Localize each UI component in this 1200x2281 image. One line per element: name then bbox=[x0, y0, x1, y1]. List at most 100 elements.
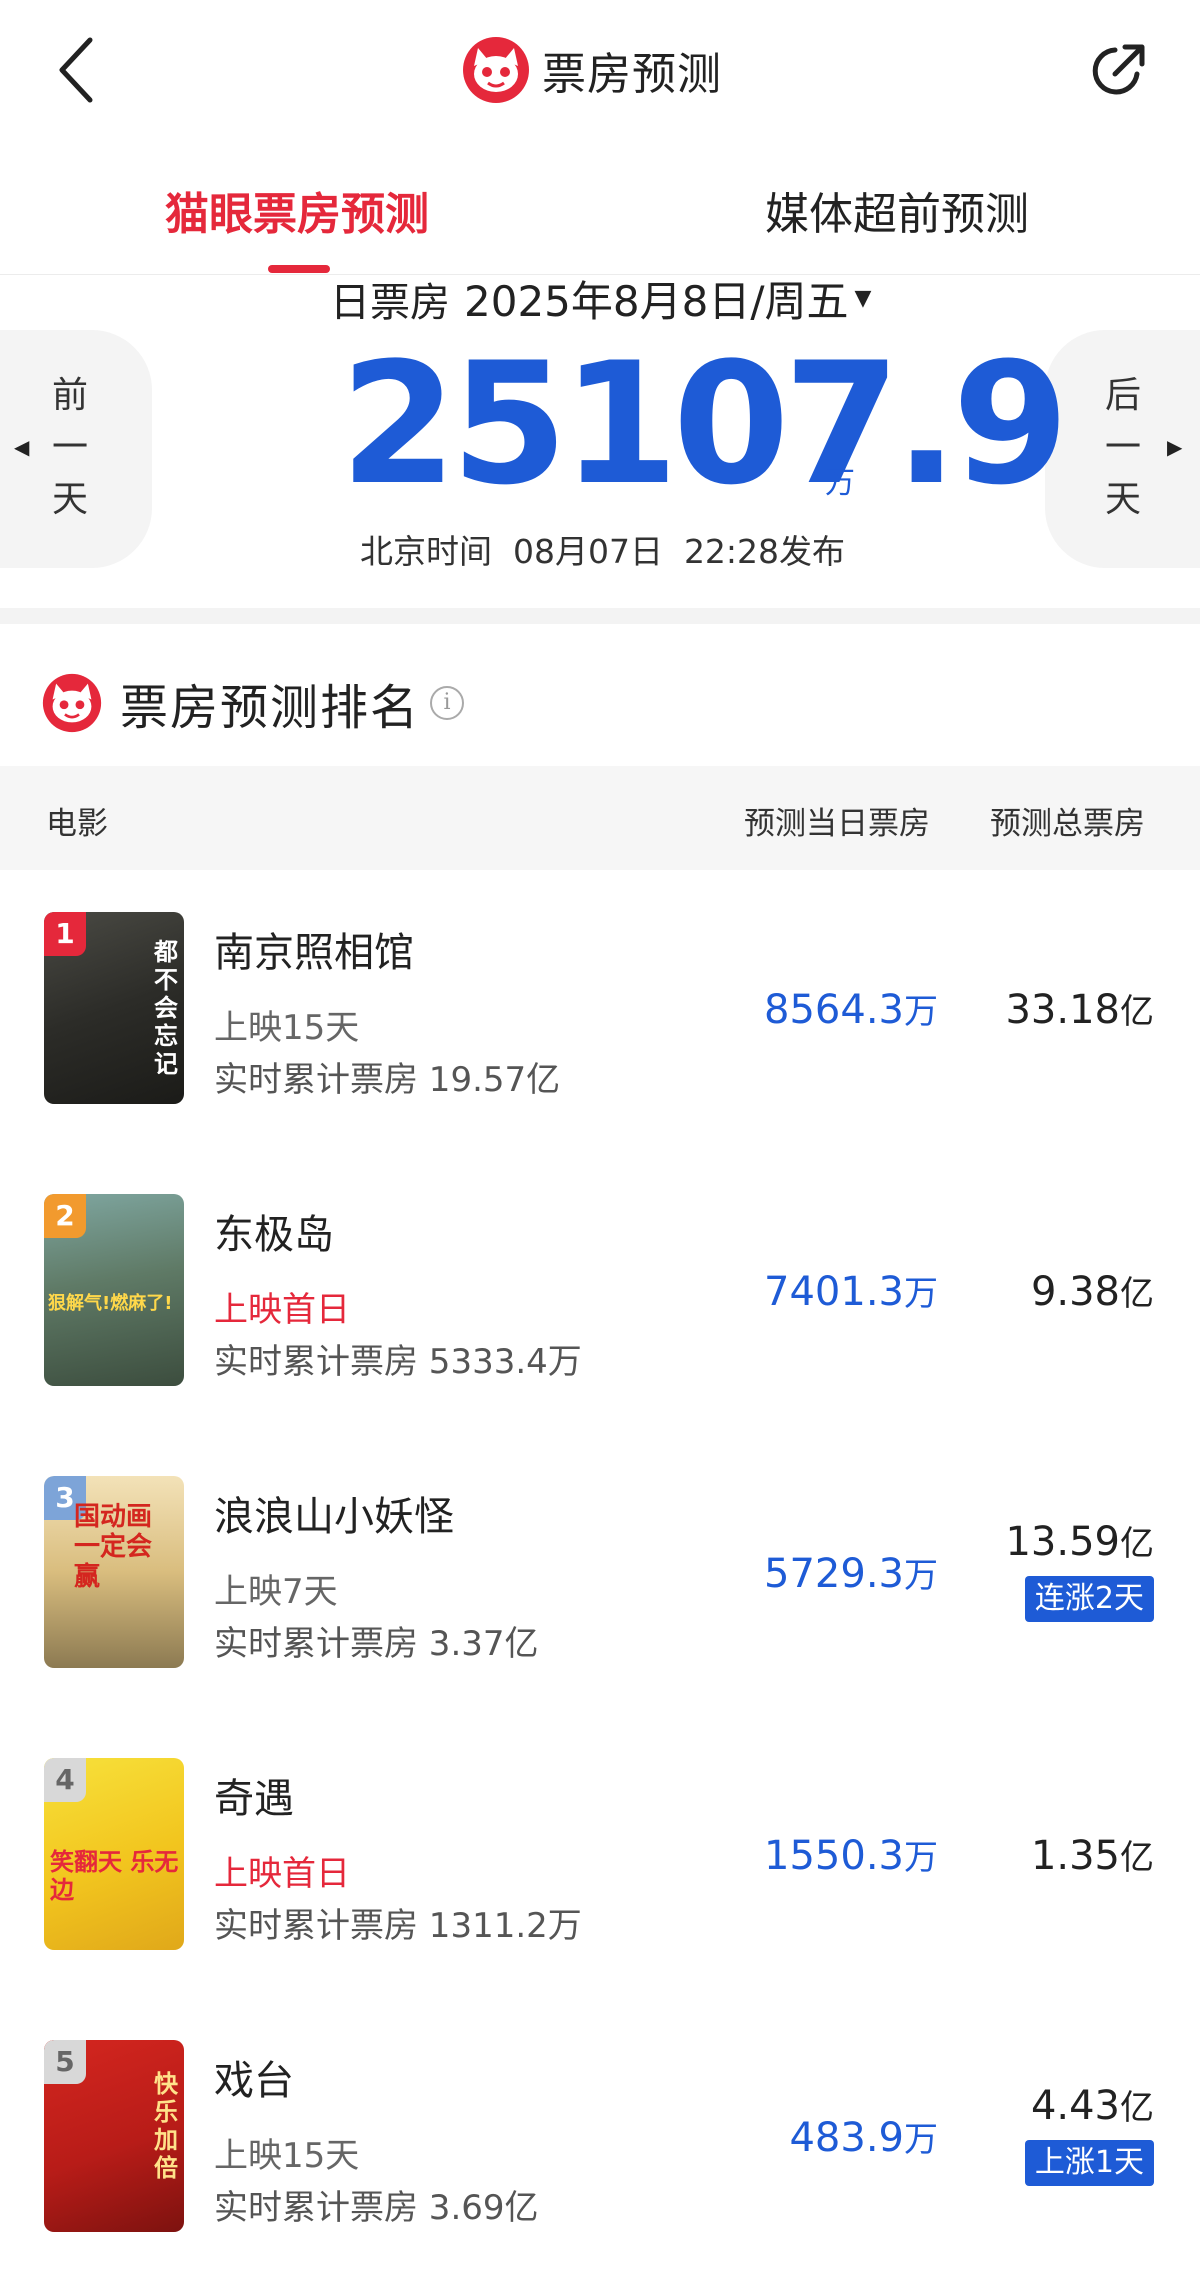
total-forecast-value: 9.38 bbox=[1030, 1269, 1120, 1315]
release-days: 上映首日 bbox=[214, 1854, 350, 1894]
forecast-total-unit: 万 bbox=[825, 466, 855, 501]
movie-name: 浪浪山小妖怪 bbox=[214, 1494, 454, 1540]
release-days: 上映7天 bbox=[214, 1572, 338, 1612]
day-forecast-unit: 万 bbox=[904, 1274, 938, 1314]
movie-poster[interactable]: 5 快乐加倍 bbox=[44, 2040, 184, 2232]
share-button[interactable] bbox=[1085, 38, 1151, 104]
total-forecast: 13.59亿 bbox=[1005, 1516, 1154, 1565]
info-icon[interactable]: i bbox=[430, 686, 465, 720]
table-row[interactable]: 5 快乐加倍 戏台 上映15天 实时累计票房 3.69亿 483.9万 4.43… bbox=[0, 2040, 1200, 2281]
day-forecast-unit: 万 bbox=[904, 1556, 938, 1596]
day-forecast-unit: 万 bbox=[904, 2120, 938, 2160]
tab-bar: 猫眼票房预测 媒体超前预测 bbox=[0, 160, 1200, 275]
column-day-box: 预测当日票房 bbox=[744, 806, 930, 842]
cumulative-box: 实时累计票房 19.57亿 bbox=[214, 1060, 561, 1100]
active-tab-indicator bbox=[268, 265, 330, 273]
total-forecast-value: 33.18 bbox=[1005, 987, 1120, 1033]
triangle-right-icon: ▶ bbox=[1167, 435, 1183, 459]
maoyan-cat-logo-icon bbox=[42, 673, 102, 733]
movie-poster[interactable]: 1 都不会忘记 bbox=[44, 912, 184, 1104]
total-forecast: 33.18亿 bbox=[1005, 984, 1154, 1033]
movie-name: 奇遇 bbox=[214, 1776, 294, 1822]
cumulative-box: 实时累计票房 3.69亿 bbox=[214, 2188, 539, 2228]
total-forecast-unit: 亿 bbox=[1120, 2088, 1154, 2128]
movie-poster[interactable]: 4 笑翻天 乐无边 bbox=[44, 1758, 184, 1950]
tab-maoyan-forecast[interactable]: 猫眼票房预测 bbox=[165, 178, 429, 242]
day-forecast: 7401.3万 bbox=[764, 1266, 938, 1315]
date-label: 日票房 bbox=[330, 279, 450, 326]
total-forecast-unit: 亿 bbox=[1120, 992, 1154, 1032]
share-icon bbox=[1092, 44, 1145, 95]
total-forecast-unit: 亿 bbox=[1120, 1274, 1154, 1314]
cumulative-box: 实时累计票房 5333.4万 bbox=[214, 1342, 582, 1382]
total-forecast: 4.43亿 bbox=[1031, 2080, 1154, 2129]
next-day-button[interactable]: 后一天 ▶ bbox=[1045, 330, 1200, 568]
chevron-left-icon bbox=[59, 37, 93, 103]
header-title-group: 票房预测 bbox=[462, 35, 722, 105]
total-forecast-value: 4.43 bbox=[1030, 2083, 1120, 2129]
movie-poster[interactable]: 2 狠解气!燃麻了! bbox=[44, 1194, 184, 1386]
poster-text: 狠解气!燃麻了! bbox=[48, 1293, 173, 1314]
poster-text: 国动画一定会赢 bbox=[74, 1502, 153, 1592]
trend-badge: 连涨2天 bbox=[1024, 1576, 1154, 1622]
day-forecast-value: 7401.3 bbox=[764, 1269, 904, 1315]
prev-day-label: 前一天 bbox=[51, 375, 88, 520]
total-forecast-unit: 亿 bbox=[1120, 1838, 1154, 1878]
day-forecast-unit: 万 bbox=[904, 992, 938, 1032]
release-days: 上映首日 bbox=[214, 1290, 350, 1330]
movie-poster[interactable]: 3 国动画一定会赢 bbox=[44, 1476, 184, 1668]
day-forecast-value: 8564.3 bbox=[764, 987, 904, 1033]
tab-media-forecast[interactable]: 媒体超前预测 bbox=[765, 178, 1029, 242]
rank-badge: 2 bbox=[44, 1194, 86, 1238]
day-forecast: 8564.3万 bbox=[764, 984, 938, 1033]
movie-name: 南京照相馆 bbox=[214, 930, 414, 976]
ranking-header: 票房预测排名 i bbox=[42, 668, 465, 738]
total-forecast-value: 1.35 bbox=[1030, 1833, 1120, 1879]
publish-time: 北京时间 08月07日 22:28发布 bbox=[360, 532, 846, 571]
rank-badge: 1 bbox=[44, 912, 86, 956]
top-bar: 票房预测 bbox=[0, 0, 1200, 140]
poster-text: 快乐加倍 bbox=[154, 2070, 178, 2182]
table-row[interactable]: 3 国动画一定会赢 浪浪山小妖怪 上映7天 实时累计票房 3.37亿 5729.… bbox=[0, 1476, 1200, 1758]
table-row[interactable]: 1 都不会忘记 南京照相馆 上映15天 实时累计票房 19.57亿 8564.3… bbox=[0, 912, 1200, 1194]
total-forecast-value: 13.59 bbox=[1005, 1519, 1120, 1565]
total-forecast-unit: 亿 bbox=[1120, 1524, 1154, 1564]
rank-badge: 4 bbox=[44, 1758, 86, 1802]
page-title: 票房预测 bbox=[542, 49, 722, 100]
movie-name: 东极岛 bbox=[214, 1212, 334, 1258]
day-forecast-unit: 万 bbox=[904, 1838, 938, 1878]
column-total-box: 预测总票房 bbox=[990, 806, 1145, 842]
ranking-title: 票房预测排名 bbox=[120, 680, 421, 736]
release-days: 上映15天 bbox=[214, 1008, 360, 1048]
date-value: 2025年8月8日/周五 bbox=[464, 277, 849, 326]
day-forecast-value: 5729.3 bbox=[764, 1551, 904, 1597]
prev-day-button[interactable]: ◀ 前一天 bbox=[0, 330, 152, 568]
day-forecast-value: 483.9 bbox=[789, 2115, 904, 2161]
date-selector[interactable]: 日票房 2025年8月8日/周五 ▼ bbox=[330, 268, 871, 329]
column-movie: 电影 bbox=[46, 806, 108, 842]
poster-text: 都不会忘记 bbox=[154, 938, 178, 1078]
release-days: 上映15天 bbox=[214, 2136, 360, 2176]
table-row[interactable]: 2 狠解气!燃麻了! 东极岛 上映首日 实时累计票房 5333.4万 7401.… bbox=[0, 1194, 1200, 1476]
table-column-header: 电影 预测当日票房 预测总票房 bbox=[0, 766, 1200, 870]
forecast-total-value: 25107.9 bbox=[340, 326, 1069, 522]
back-button[interactable] bbox=[48, 30, 108, 110]
poster-text: 笑翻天 乐无边 bbox=[50, 1848, 179, 1904]
caret-down-icon: ▼ bbox=[854, 286, 872, 311]
section-divider bbox=[0, 608, 1200, 624]
trend-badge: 上涨1天 bbox=[1024, 2140, 1154, 2186]
maoyan-cat-logo-icon bbox=[463, 37, 529, 103]
next-day-label: 后一天 bbox=[1104, 375, 1141, 520]
movie-name: 戏台 bbox=[214, 2058, 294, 2104]
rank-badge: 5 bbox=[44, 2040, 86, 2084]
day-forecast-value: 1550.3 bbox=[764, 1833, 904, 1879]
total-forecast: 1.35亿 bbox=[1031, 1830, 1154, 1879]
cumulative-box: 实时累计票房 1311.2万 bbox=[214, 1906, 582, 1946]
table-row[interactable]: 4 笑翻天 乐无边 奇遇 上映首日 实时累计票房 1311.2万 1550.3万… bbox=[0, 1758, 1200, 2040]
triangle-left-icon: ◀ bbox=[14, 435, 30, 459]
day-forecast: 1550.3万 bbox=[764, 1830, 938, 1879]
total-forecast: 9.38亿 bbox=[1031, 1266, 1154, 1315]
day-forecast: 483.9万 bbox=[789, 2112, 938, 2161]
day-forecast: 5729.3万 bbox=[764, 1548, 938, 1597]
cumulative-box: 实时累计票房 3.37亿 bbox=[214, 1624, 539, 1664]
